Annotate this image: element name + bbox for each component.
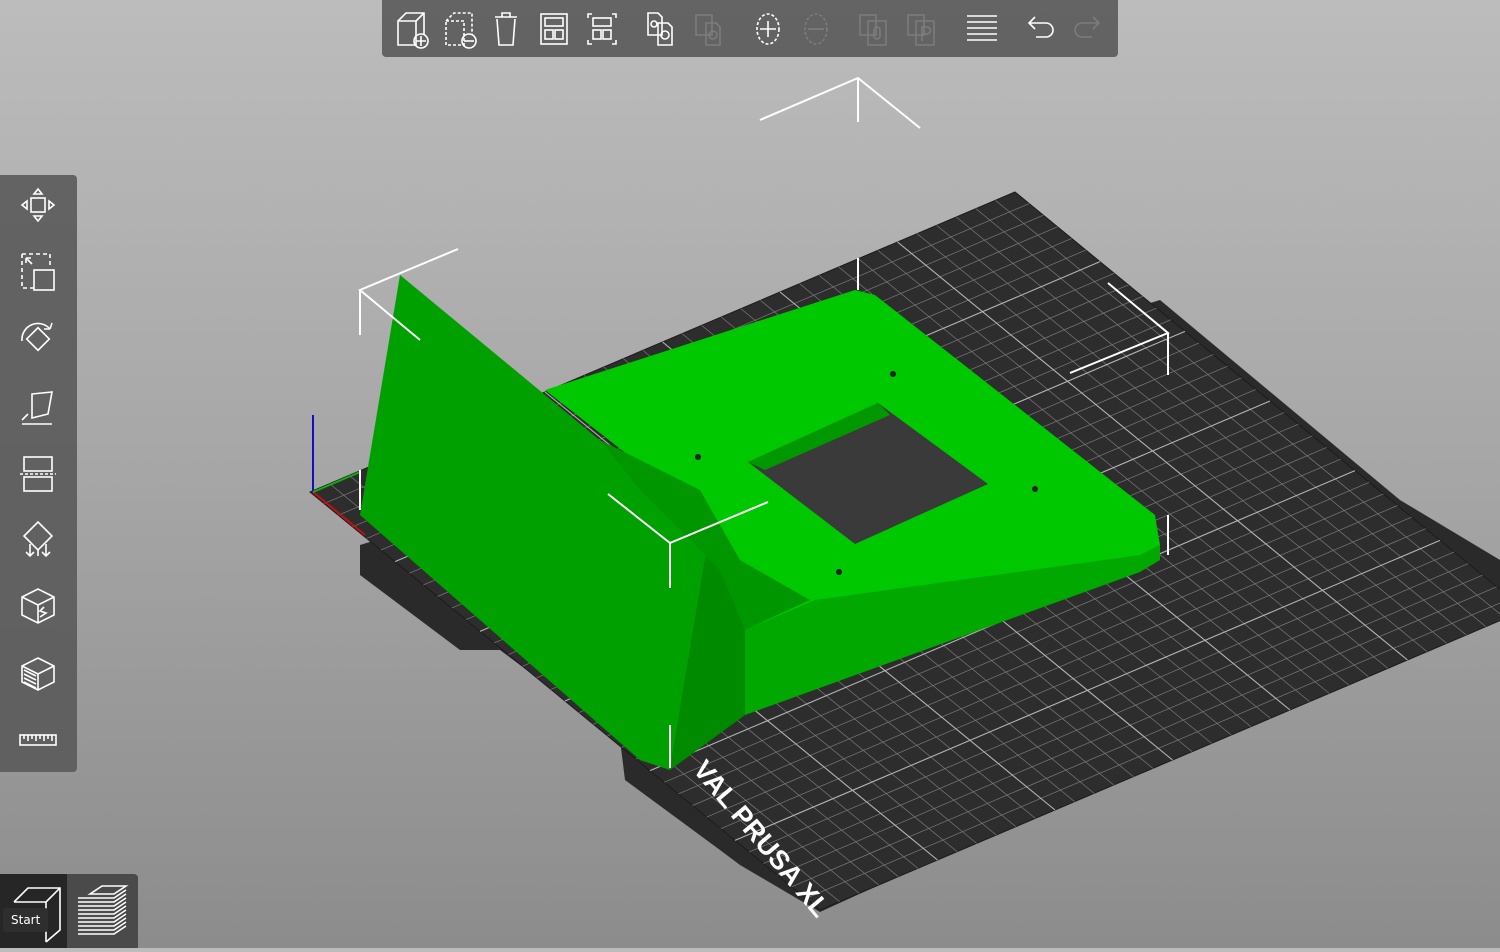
layers-editing-icon — [967, 15, 997, 41]
undo-icon — [1027, 16, 1054, 38]
split-parts-button[interactable] — [900, 7, 944, 51]
split-objects-icon — [859, 14, 887, 46]
view-switcher: Start — [0, 874, 138, 948]
mmu-painting-button[interactable] — [16, 652, 60, 696]
paint-seam-icon — [21, 588, 55, 624]
add-button[interactable] — [388, 7, 432, 51]
redo-button[interactable] — [1066, 7, 1110, 51]
copy-icon — [647, 12, 673, 46]
arrange-button[interactable] — [532, 7, 576, 51]
tooltip: Start — [3, 908, 49, 932]
scale-button[interactable] — [16, 250, 60, 294]
cut-button[interactable] — [16, 451, 60, 495]
add-icon — [397, 12, 429, 49]
place-on-face-button[interactable] — [16, 384, 60, 428]
preview-layers-icon — [78, 885, 129, 935]
move-icon — [20, 187, 56, 223]
remove-instance-button[interactable] — [794, 7, 838, 51]
preview-button[interactable] — [70, 878, 134, 944]
arrange-selection-button[interactable] — [580, 7, 624, 51]
delete-all-icon — [495, 12, 517, 46]
split-objects-button[interactable] — [852, 7, 896, 51]
top-toolbar — [382, 0, 1118, 57]
arrange-icon — [540, 13, 568, 45]
3d-view-button[interactable]: Start — [0, 874, 67, 948]
rotate-button[interactable] — [16, 317, 60, 361]
delete-button[interactable] — [436, 7, 480, 51]
measure-button[interactable] — [16, 719, 60, 763]
move-button[interactable] — [16, 183, 60, 227]
add-instance-icon — [756, 13, 780, 45]
gizmo-toolbar — [0, 175, 77, 772]
place-on-face-icon — [21, 391, 53, 425]
layers-editing-button[interactable] — [960, 7, 1004, 51]
measure-icon — [19, 734, 57, 746]
paste-icon — [695, 14, 721, 46]
scale-icon — [21, 253, 55, 291]
paste-button[interactable] — [686, 7, 730, 51]
copy-button[interactable] — [638, 7, 682, 51]
paint-seam-button[interactable] — [16, 585, 60, 629]
cut-icon — [20, 456, 56, 492]
mmu-painting-icon — [21, 657, 55, 691]
paint-supports-icon — [22, 520, 54, 558]
delete-icon — [445, 12, 477, 49]
arrange-selection-icon — [587, 13, 617, 45]
paint-supports-button[interactable] — [16, 518, 60, 562]
remove-instance-icon — [804, 13, 828, 45]
3d-scene[interactable]: VAL PRUSA XL — [0, 0, 1500, 948]
redo-icon — [1074, 16, 1101, 38]
add-instance-button[interactable] — [746, 7, 790, 51]
delete-all-button[interactable] — [484, 7, 528, 51]
rotate-icon — [21, 322, 53, 352]
undo-button[interactable] — [1018, 7, 1062, 51]
split-parts-icon — [907, 14, 935, 46]
